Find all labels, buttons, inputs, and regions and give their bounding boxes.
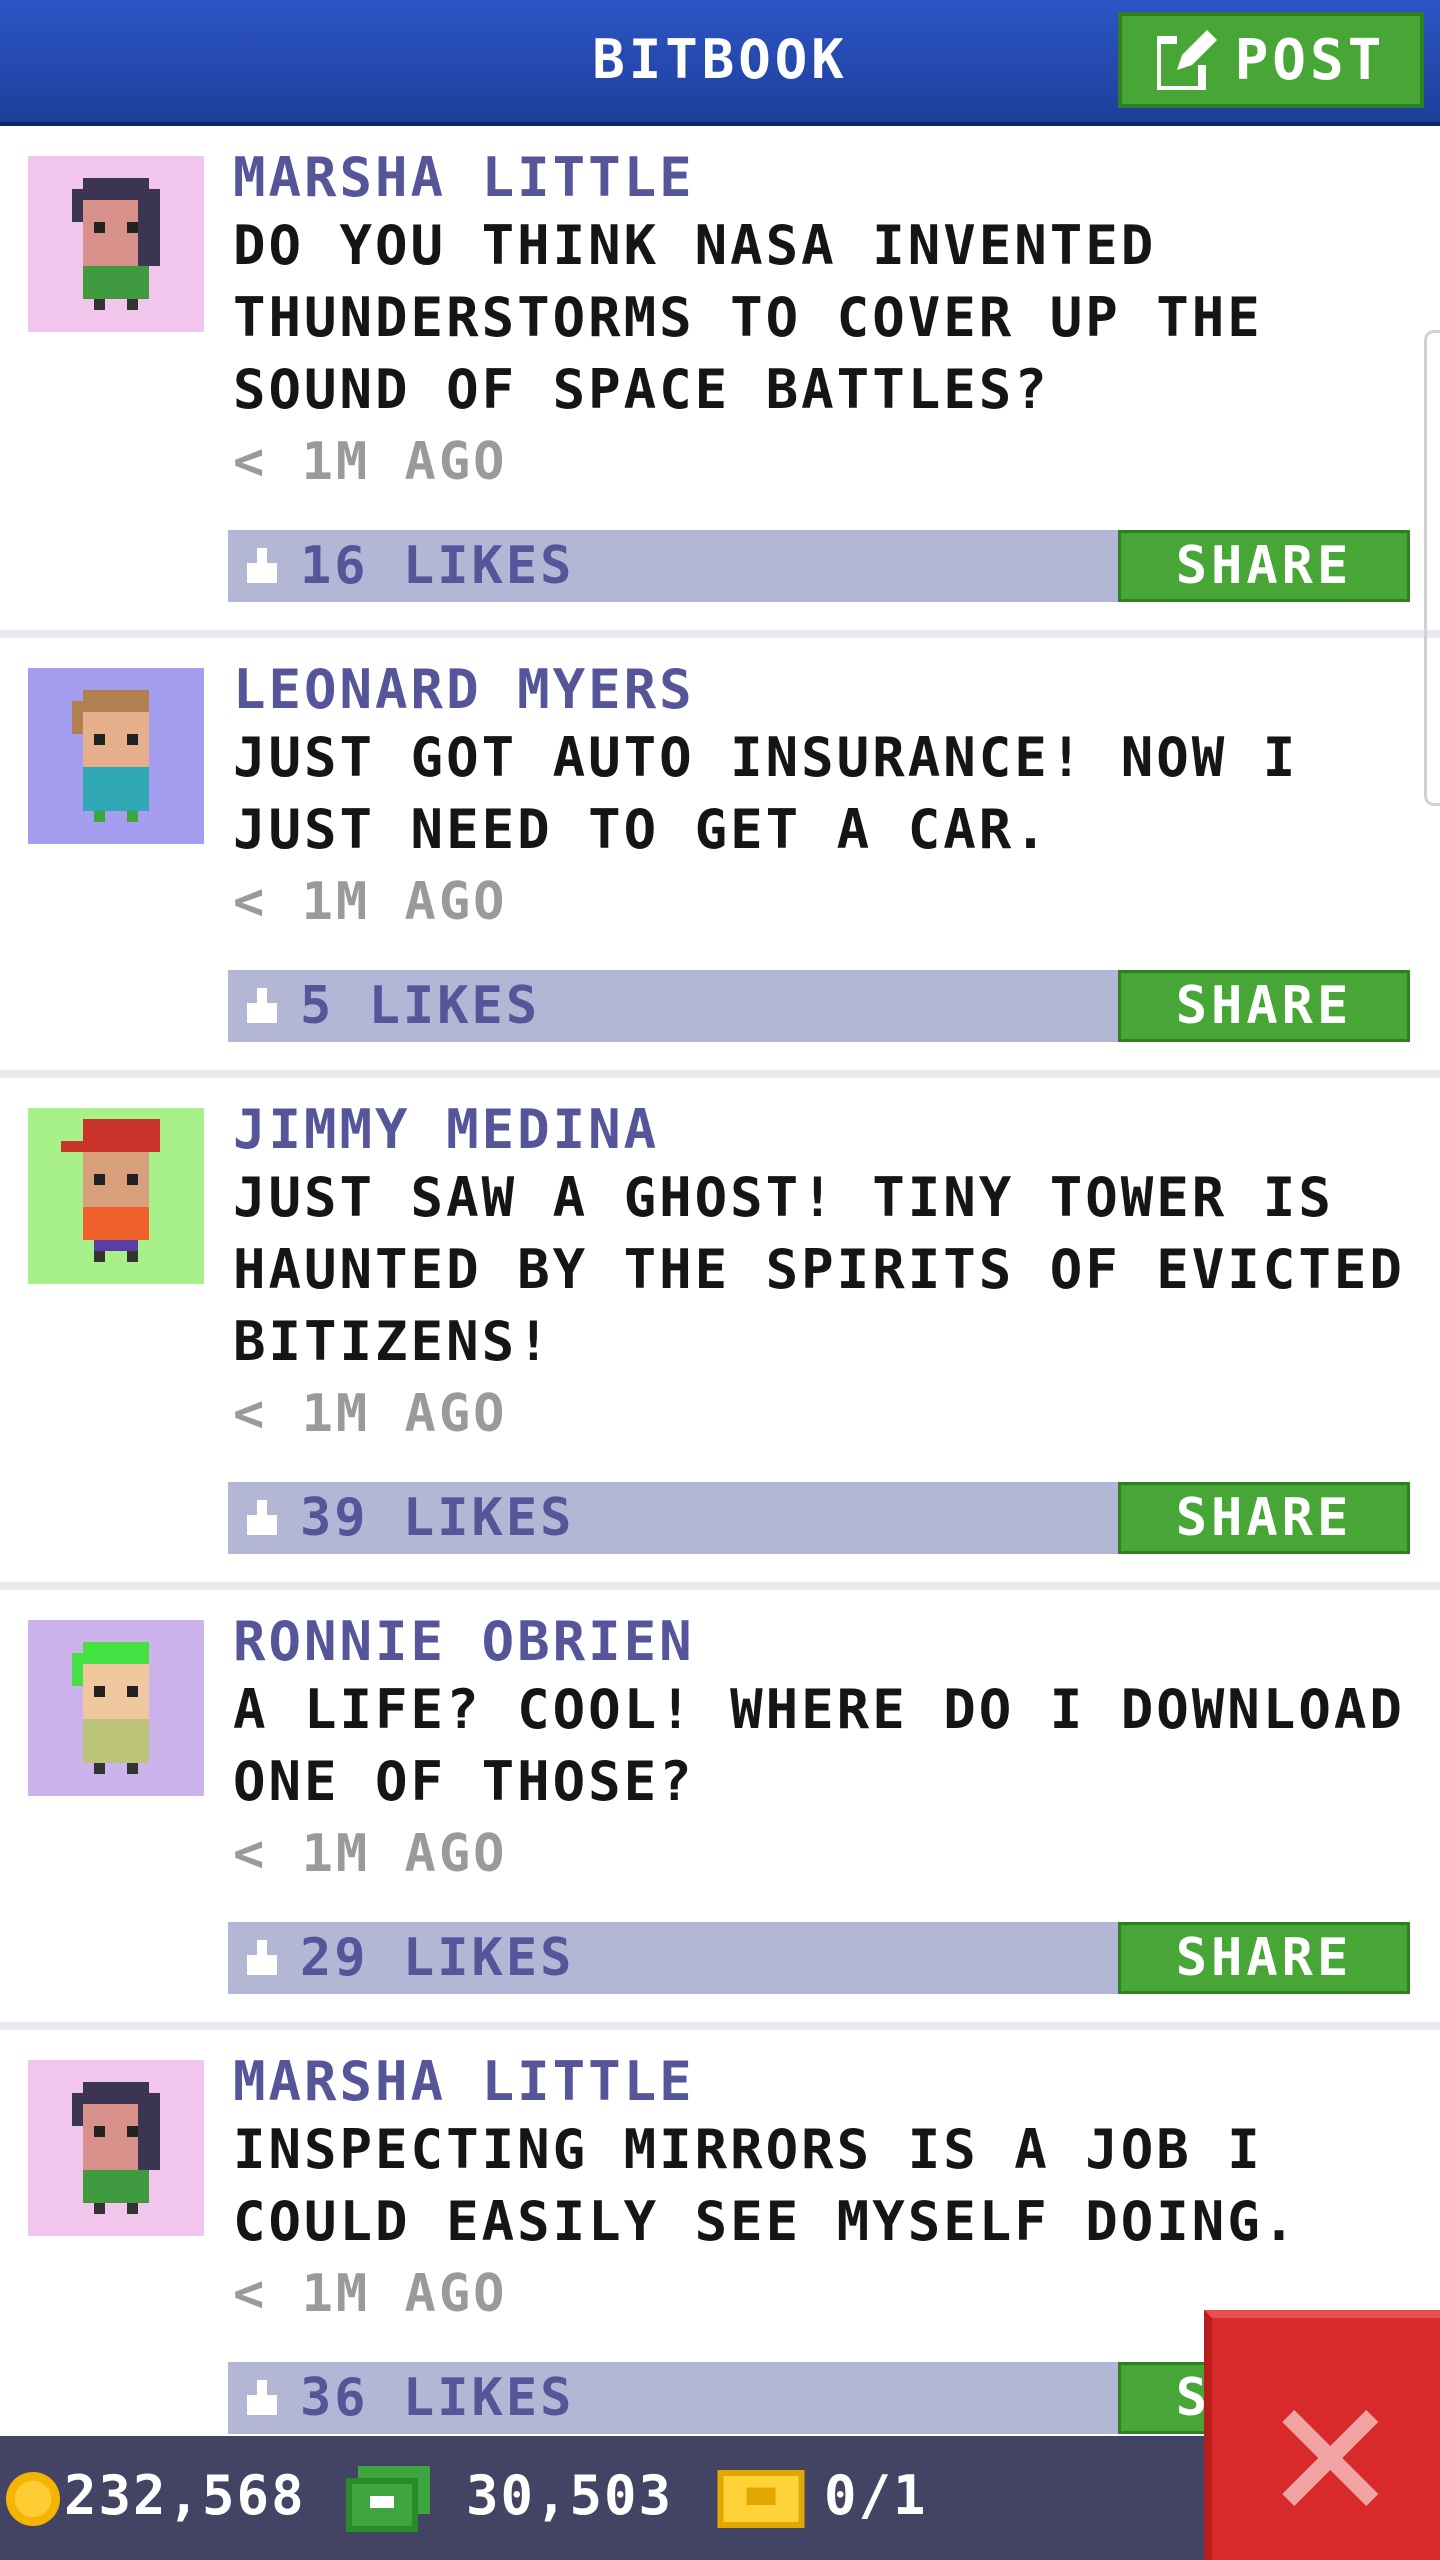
- likes-count: 16 LIKES: [300, 536, 575, 596]
- like-bar: 5 LIKES SHARE: [228, 970, 1410, 1042]
- post-time: < 1M AGO: [233, 2264, 508, 2324]
- likes-count: 29 LIKES: [300, 1928, 575, 1988]
- post-author[interactable]: LEONARD MYERS: [233, 658, 695, 721]
- avatar: [28, 1620, 204, 1796]
- bux-icon: [346, 2466, 430, 2532]
- post-time: < 1M AGO: [233, 872, 508, 932]
- app-header: BITBOOK POST: [0, 0, 1440, 126]
- share-button[interactable]: SHARE: [1118, 1482, 1410, 1554]
- thumbs-up-icon[interactable]: [242, 548, 282, 588]
- ticket-icon: [717, 2470, 805, 2528]
- post-time: < 1M AGO: [233, 1824, 508, 1884]
- post-author[interactable]: RONNIE OBRIEN: [233, 1610, 695, 1673]
- share-button[interactable]: SHARE: [1118, 530, 1410, 602]
- likes-count: 36 LIKES: [300, 2368, 575, 2428]
- thumbs-up-icon[interactable]: [242, 988, 282, 1028]
- likes-count: 5 LIKES: [300, 976, 541, 1036]
- post-button-label: POST: [1234, 27, 1386, 93]
- post-author[interactable]: MARSHA LITTLE: [233, 146, 695, 209]
- post-author[interactable]: MARSHA LITTLE: [233, 2050, 695, 2113]
- post-text: JUST GOT AUTO INSURANCE! NOW I JUST NEED…: [233, 726, 1299, 861]
- feed-post: JIMMY MEDINA JUST SAW A GHOST! TINY TOWE…: [0, 1078, 1440, 1590]
- post-text: DO YOU THINK NASA INVENTED THUNDERSTORMS…: [233, 214, 1263, 421]
- bux-count: 30,503: [466, 2464, 674, 2527]
- like-bar: 16 LIKES SHARE: [228, 530, 1410, 602]
- post-author[interactable]: JIMMY MEDINA: [233, 1098, 659, 1161]
- post-button[interactable]: POST: [1118, 12, 1424, 108]
- like-bar: 29 LIKES SHARE: [228, 1922, 1410, 1994]
- thumbs-up-icon[interactable]: [242, 1500, 282, 1540]
- thumbs-up-icon[interactable]: [242, 2380, 282, 2420]
- thumbs-up-icon[interactable]: [242, 1940, 282, 1980]
- post-text: JUST SAW A GHOST! TINY TOWER IS HAUNTED …: [233, 1166, 1405, 1373]
- page-title: BITBOOK: [592, 28, 848, 91]
- feed-post: MARSHA LITTLE DO YOU THINK NASA INVENTED…: [0, 126, 1440, 638]
- like-bar: 39 LIKES SHARE: [228, 1482, 1410, 1554]
- close-icon: [1282, 2410, 1378, 2506]
- post-time: < 1M AGO: [233, 1384, 508, 1444]
- share-button[interactable]: SHARE: [1118, 1922, 1410, 1994]
- edit-icon: [1156, 30, 1217, 90]
- post-time: < 1M AGO: [233, 432, 508, 492]
- share-button[interactable]: SHARE: [1118, 970, 1410, 1042]
- close-button[interactable]: [1204, 2310, 1440, 2560]
- coin-icon: [6, 2472, 60, 2526]
- avatar: [28, 668, 204, 844]
- avatar: [28, 2060, 204, 2236]
- post-text: INSPECTING MIRRORS IS A JOB I COULD EASI…: [233, 2118, 1299, 2253]
- scrollbar[interactable]: [1424, 330, 1440, 806]
- feed-post: LEONARD MYERS JUST GOT AUTO INSURANCE! N…: [0, 638, 1440, 1078]
- avatar: [28, 156, 204, 332]
- feed-post: RONNIE OBRIEN A LIFE? COOL! WHERE DO I D…: [0, 1590, 1440, 2030]
- likes-count: 39 LIKES: [300, 1488, 575, 1548]
- tickets-count: 0/1: [824, 2464, 928, 2527]
- avatar: [28, 1108, 204, 1284]
- coins-count: 232,568: [64, 2464, 306, 2527]
- post-text: A LIFE? COOL! WHERE DO I DOWNLOAD ONE OF…: [233, 1678, 1405, 1813]
